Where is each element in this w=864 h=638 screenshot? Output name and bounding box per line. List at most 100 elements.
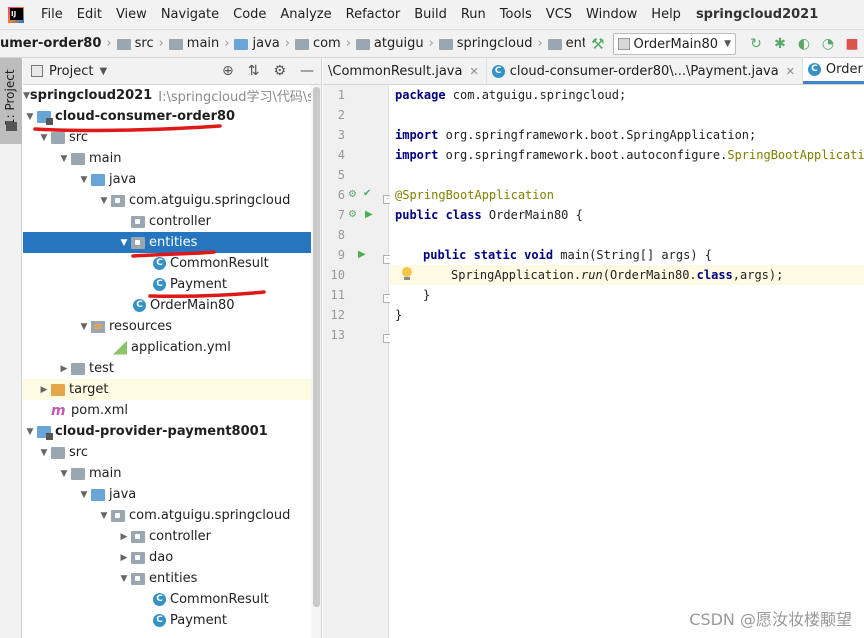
tree-row-ordermain[interactable]: C OrderMain80 (23, 295, 321, 316)
csdn-watermark: CSDN @愿汝妆楼颙望 (689, 610, 852, 629)
menu-build[interactable]: Build (407, 7, 454, 22)
tree-row-java[interactable]: ▼ java (23, 169, 321, 190)
tree-row-commonresult[interactable]: C CommonResult (23, 253, 321, 274)
chevron-down-icon[interactable]: ▼ (117, 574, 131, 584)
tree-row-payment-2[interactable]: C Payment (23, 610, 321, 631)
chevron-down-icon[interactable]: ▼ (97, 196, 111, 206)
tree-row-dao[interactable]: ▶ dao (23, 547, 321, 568)
class-icon: C (153, 257, 166, 270)
code-editor[interactable]: package com.atguigu.springcloud; import … (390, 85, 864, 638)
tree-row-consumer-module[interactable]: ▼ cloud-consumer-order80 (23, 106, 321, 127)
tree-row-java-2[interactable]: ▼ java (23, 484, 321, 505)
menu-help[interactable]: Help (644, 7, 688, 22)
menu-file[interactable]: File (34, 7, 70, 22)
chevron-down-icon[interactable]: ▼ (77, 322, 91, 332)
tree-row-entities[interactable]: ▼ entities (23, 232, 321, 253)
run-configuration-select[interactable]: OrderMain80 ▼ (612, 33, 736, 55)
run-gutter-icon[interactable]: ▶ (365, 209, 373, 220)
rerun-icon[interactable]: ↻ (747, 35, 765, 53)
tree-main-label: main (89, 151, 122, 166)
chevron-down-icon[interactable]: ▼ (57, 469, 71, 479)
tree-row-application-yml[interactable]: application.yml (23, 337, 321, 358)
tree-row-package-2[interactable]: ▼ com.atguigu.springcloud (23, 505, 321, 526)
chevron-down-icon[interactable]: ▼ (57, 154, 71, 164)
menu-navigate[interactable]: Navigate (154, 7, 226, 22)
breadcrumb-main[interactable]: main (187, 36, 219, 51)
breadcrumb-module[interactable]: umer-order80 (0, 36, 101, 51)
tree-row-package[interactable]: ▼ com.atguigu.springcloud (23, 190, 321, 211)
menu-edit[interactable]: Edit (70, 7, 109, 22)
tree-row-provider-module[interactable]: ▼ cloud-provider-payment8001 (23, 421, 321, 442)
chevron-down-icon[interactable]: ▼ (117, 238, 131, 248)
breadcrumb-java[interactable]: java (252, 36, 279, 51)
tree-row-target[interactable]: ▶ target (23, 379, 321, 400)
build-hammer-icon[interactable]: ⚒ (591, 35, 604, 53)
close-icon[interactable]: ✕ (469, 65, 478, 78)
project-tool-tab-label: 1: Project (3, 69, 17, 126)
tree-row-payment[interactable]: C Payment (23, 274, 321, 295)
chevron-down-icon[interactable]: ▼ (99, 66, 107, 77)
chevron-down-icon[interactable]: ▼ (97, 511, 111, 521)
project-tool-tab[interactable]: 1: Project (0, 58, 22, 144)
chevron-right-icon[interactable]: ▶ (57, 364, 71, 374)
chevron-down-icon[interactable]: ▼ (23, 427, 37, 437)
chevron-down-icon[interactable]: ▼ (37, 133, 51, 143)
close-icon[interactable]: ✕ (786, 65, 795, 78)
tab-payment[interactable]: C cloud-consumer-order80\...\Payment.jav… (487, 58, 803, 84)
locate-target-icon[interactable]: ⊕ (222, 63, 234, 79)
breadcrumb-springcloud[interactable]: springcloud (457, 36, 533, 51)
tab-commonresult[interactable]: \CommonResult.java ✕ (323, 58, 487, 84)
tree-row-commonresult-2[interactable]: C CommonResult (23, 589, 321, 610)
chevron-down-icon[interactable]: ▼ (77, 490, 91, 500)
tree-row-controller[interactable]: controller (23, 211, 321, 232)
chevron-down-icon[interactable]: ▼ (23, 91, 30, 101)
menu-window[interactable]: Window (579, 7, 644, 22)
menu-code[interactable]: Code (226, 7, 273, 22)
tree-row-pom[interactable]: m pom.xml (23, 400, 321, 421)
menu-view[interactable]: View (109, 7, 154, 22)
coverage-icon[interactable]: ◐ (795, 35, 813, 53)
tree-row-src-2[interactable]: ▼ src (23, 442, 321, 463)
menu-tools[interactable]: Tools (493, 7, 539, 22)
tree-row-resources[interactable]: ▼ resources (23, 316, 321, 337)
gear-icon[interactable]: ⚙ (273, 63, 286, 79)
tree-row-main-2[interactable]: ▼ main (23, 463, 321, 484)
chevron-down-icon[interactable]: ▼ (77, 175, 91, 185)
tree-row-controller-2[interactable]: ▶ controller (23, 526, 321, 547)
debug-bug-icon[interactable]: ✱ (771, 35, 789, 53)
tree-row-src[interactable]: ▼ src (23, 127, 321, 148)
run-gutter-icon[interactable]: ▶ (358, 249, 366, 260)
package-icon (131, 215, 145, 228)
menu-refactor[interactable]: Refactor (339, 7, 408, 22)
spring-check-icon[interactable]: ✔ (363, 188, 371, 199)
class-icon: C (807, 63, 821, 76)
chevron-right-icon[interactable]: ▶ (37, 385, 51, 395)
profile-icon[interactable]: ◔ (819, 35, 837, 53)
tree-row-main[interactable]: ▼ main (23, 148, 321, 169)
tree-row-root[interactable]: ▼ springcloud2021 I:\springcloud学习\代码\sp… (23, 85, 321, 106)
spring-bean-icon[interactable]: ⚙ (348, 209, 357, 220)
scrollbar-thumb[interactable] (313, 87, 320, 607)
tree-row-test[interactable]: ▶ test (23, 358, 321, 379)
menu-vcs[interactable]: VCS (539, 7, 579, 22)
tab-ordermain80[interactable]: C OrderMain80.java (802, 58, 864, 84)
hide-minus-icon[interactable]: — (300, 63, 314, 79)
code-line-4: import org.springframework.boot.autoconf… (395, 148, 864, 162)
lightbulb-icon[interactable] (401, 267, 413, 281)
menu-analyze[interactable]: Analyze (273, 7, 338, 22)
stop-icon[interactable]: ■ (843, 35, 861, 53)
menu-run[interactable]: Run (454, 7, 493, 22)
collapse-all-icon[interactable]: ⇅ (248, 63, 260, 79)
breadcrumb-src[interactable]: src (135, 36, 154, 51)
project-panel-title[interactable]: Project (49, 64, 93, 79)
tree-row-entities-2[interactable]: ▼ entities (23, 568, 321, 589)
chevron-right-icon[interactable]: ▶ (117, 532, 131, 542)
chevron-right-icon[interactable]: ▶ (117, 553, 131, 563)
chevron-down-icon[interactable]: ▼ (37, 448, 51, 458)
project-scrollbar[interactable] (311, 85, 321, 638)
spring-bean-icon[interactable]: ⚙ (348, 189, 357, 200)
breadcrumb-com[interactable]: com (313, 36, 341, 51)
chevron-down-icon[interactable]: ▼ (23, 112, 37, 122)
breadcrumb-atguigu[interactable]: atguigu (374, 36, 424, 51)
line-number: 3 (337, 128, 345, 142)
